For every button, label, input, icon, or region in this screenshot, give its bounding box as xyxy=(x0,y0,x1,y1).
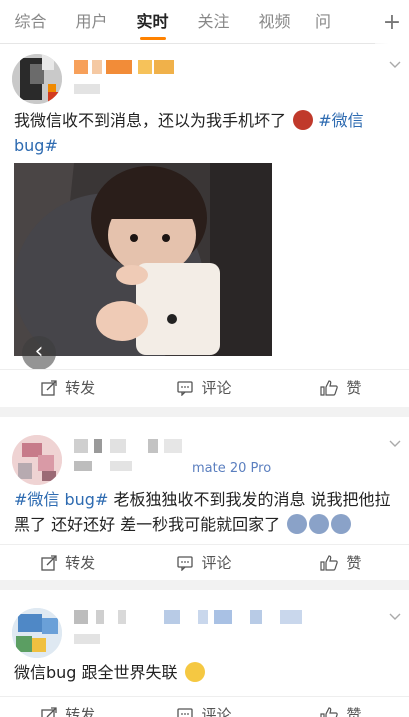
repost-icon xyxy=(41,706,57,717)
tab-realtime-label: 实时 xyxy=(136,11,169,31)
device-label: mate 20 Pro xyxy=(192,461,272,476)
post-card-1: 我微信收不到消息，还以为我手机坏了 #微信bug# ‹ 转发 评论 赞 xyxy=(0,44,409,407)
username[interactable] xyxy=(74,610,304,624)
tab-question[interactable]: 问 xyxy=(305,0,345,44)
thumbs-up-icon xyxy=(320,379,339,396)
post-body: 微信bug 跟全世界失联 xyxy=(14,663,178,682)
post-card-3: 微信bug 跟全世界失联 转发 评论 赞 xyxy=(0,590,409,717)
smile-emoji-icon xyxy=(184,662,205,682)
repost-label: 转发 xyxy=(65,706,96,717)
username[interactable] xyxy=(74,439,194,453)
comment-label: 评论 xyxy=(201,379,232,397)
like-label: 赞 xyxy=(346,554,362,572)
husky-emoji-icon xyxy=(287,514,308,534)
comment-icon xyxy=(177,707,194,717)
repost-icon xyxy=(41,554,57,571)
post-meta xyxy=(74,634,100,644)
repost-button[interactable]: 转发 xyxy=(0,697,136,717)
child-with-phone-image xyxy=(14,163,272,356)
post-card-2: mate 20 Pro #微信 bug# 老板独独收不到我发的消息 说我把他拉黑… xyxy=(0,417,409,580)
chevron-down-icon[interactable] xyxy=(389,437,401,449)
like-button[interactable]: 赞 xyxy=(273,545,409,580)
avatar[interactable] xyxy=(12,54,62,104)
username[interactable] xyxy=(74,60,174,74)
tab-video[interactable]: 视频 xyxy=(244,0,305,44)
active-tab-indicator xyxy=(139,36,166,40)
comment-icon xyxy=(177,380,194,396)
avatar[interactable] xyxy=(12,435,62,485)
post-text: 微信bug 跟全世界失联 xyxy=(14,660,396,685)
action-bar: 转发 评论 赞 xyxy=(0,696,409,717)
comment-button[interactable]: 评论 xyxy=(136,697,272,717)
post-photo[interactable] xyxy=(14,163,272,356)
post-meta xyxy=(74,84,100,94)
repost-label: 转发 xyxy=(65,379,96,397)
add-tab-icon[interactable]: + xyxy=(375,0,409,44)
post-body: 我微信收不到消息，还以为我手机坏了 xyxy=(14,111,287,130)
action-bar: 转发 评论 赞 xyxy=(0,369,409,405)
tab-follow[interactable]: 关注 xyxy=(183,0,244,44)
husky-emoji-icon xyxy=(309,514,330,534)
repost-button[interactable]: 转发 xyxy=(0,545,136,580)
tab-realtime[interactable]: 实时 xyxy=(122,0,183,44)
like-label: 赞 xyxy=(346,706,362,717)
like-label: 赞 xyxy=(346,379,362,397)
post-text: #微信 bug# 老板独独收不到我发的消息 说我把他拉黑了 还好还好 差一秒我可… xyxy=(14,487,396,537)
comment-label: 评论 xyxy=(201,554,232,572)
like-button[interactable]: 赞 xyxy=(273,370,409,405)
tab-users[interactable]: 用户 xyxy=(61,0,122,44)
tab-bar: 综合 用户 实时 关注 视频 问 + xyxy=(0,0,409,44)
repost-label: 转发 xyxy=(65,554,96,572)
comment-button[interactable]: 评论 xyxy=(136,370,272,405)
avatar[interactable] xyxy=(12,608,62,658)
repost-button[interactable]: 转发 xyxy=(0,370,136,405)
like-button[interactable]: 赞 xyxy=(273,697,409,717)
thumbs-up-icon xyxy=(320,554,339,571)
previous-image-button[interactable]: ‹ xyxy=(22,336,56,370)
repost-icon xyxy=(41,379,57,396)
comment-label: 评论 xyxy=(201,706,232,717)
comment-icon xyxy=(177,555,194,571)
action-bar: 转发 评论 赞 xyxy=(0,544,409,580)
topic-hashtag[interactable]: #微信 bug# xyxy=(14,490,108,509)
thumbs-up-icon xyxy=(320,706,339,717)
angry-bird-emoji-icon xyxy=(293,110,314,130)
husky-emoji-icon xyxy=(331,514,352,534)
chevron-down-icon[interactable] xyxy=(389,58,401,70)
post-text: 我微信收不到消息，还以为我手机坏了 #微信bug# xyxy=(14,108,396,158)
tab-comprehensive[interactable]: 综合 xyxy=(0,0,61,44)
comment-button[interactable]: 评论 xyxy=(136,545,272,580)
post-meta xyxy=(74,461,132,471)
chevron-down-icon[interactable] xyxy=(389,610,401,622)
